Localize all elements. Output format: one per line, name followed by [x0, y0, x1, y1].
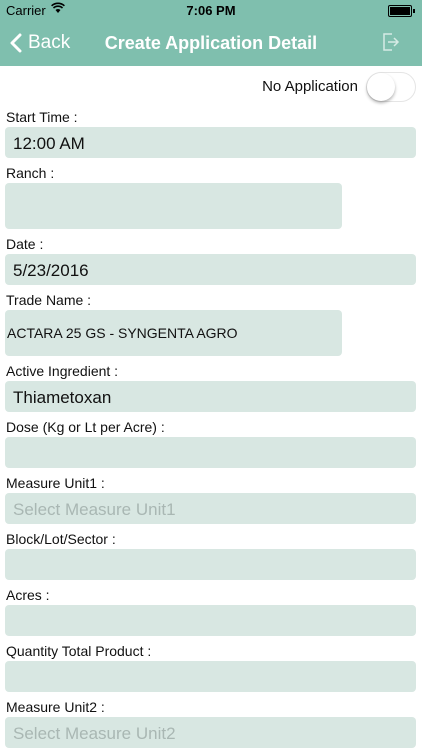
status-bar: Carrier 7:06 PM [0, 0, 422, 20]
acres-field[interactable] [5, 605, 416, 636]
dose-field[interactable] [5, 437, 416, 468]
block-label: Block/Lot/Sector : [6, 531, 116, 547]
measure-unit2-select[interactable]: Select Measure Unit2 [5, 717, 416, 748]
ranch-field[interactable] [5, 183, 342, 229]
quantity-label: Quantity Total Product : [6, 643, 152, 659]
start-time-field[interactable]: 12:00 AM [5, 127, 416, 158]
measure-unit1-label: Measure Unit1 : [6, 475, 105, 491]
acres-label: Acres : [6, 587, 50, 603]
switch-knob [367, 73, 395, 101]
status-time: 7:06 PM [186, 3, 236, 18]
logout-icon [383, 33, 400, 51]
start-time-label: Start Time : [6, 109, 78, 125]
active-ingredient-label: Active Ingredient : [6, 363, 119, 379]
trade-name-label: Trade Name : [6, 292, 92, 308]
measure-unit1-select[interactable]: Select Measure Unit1 [5, 493, 416, 524]
date-field[interactable]: 5/23/2016 [5, 254, 416, 285]
no-application-switch[interactable] [366, 72, 416, 102]
active-ingredient-field[interactable]: Thiametoxan [5, 381, 416, 412]
dose-label: Dose (Kg or Lt per Acre) : [6, 419, 165, 435]
no-application-row: No Application [0, 66, 422, 110]
block-field[interactable] [5, 549, 416, 580]
ranch-label: Ranch : [6, 165, 55, 181]
page-title: Create Application Detail [104, 33, 318, 53]
trade-name-field[interactable]: ACTARA 25 GS - SYNGENTA AGRO [5, 310, 342, 356]
date-label: Date : [6, 236, 44, 252]
battery-icon [388, 5, 415, 17]
quantity-field[interactable] [5, 661, 416, 692]
logout-button[interactable] [382, 33, 400, 56]
navigation-bar: Back Create Application Detail [0, 20, 422, 66]
no-application-label: No Application [262, 78, 358, 95]
measure-unit2-label: Measure Unit2 : [6, 699, 105, 715]
